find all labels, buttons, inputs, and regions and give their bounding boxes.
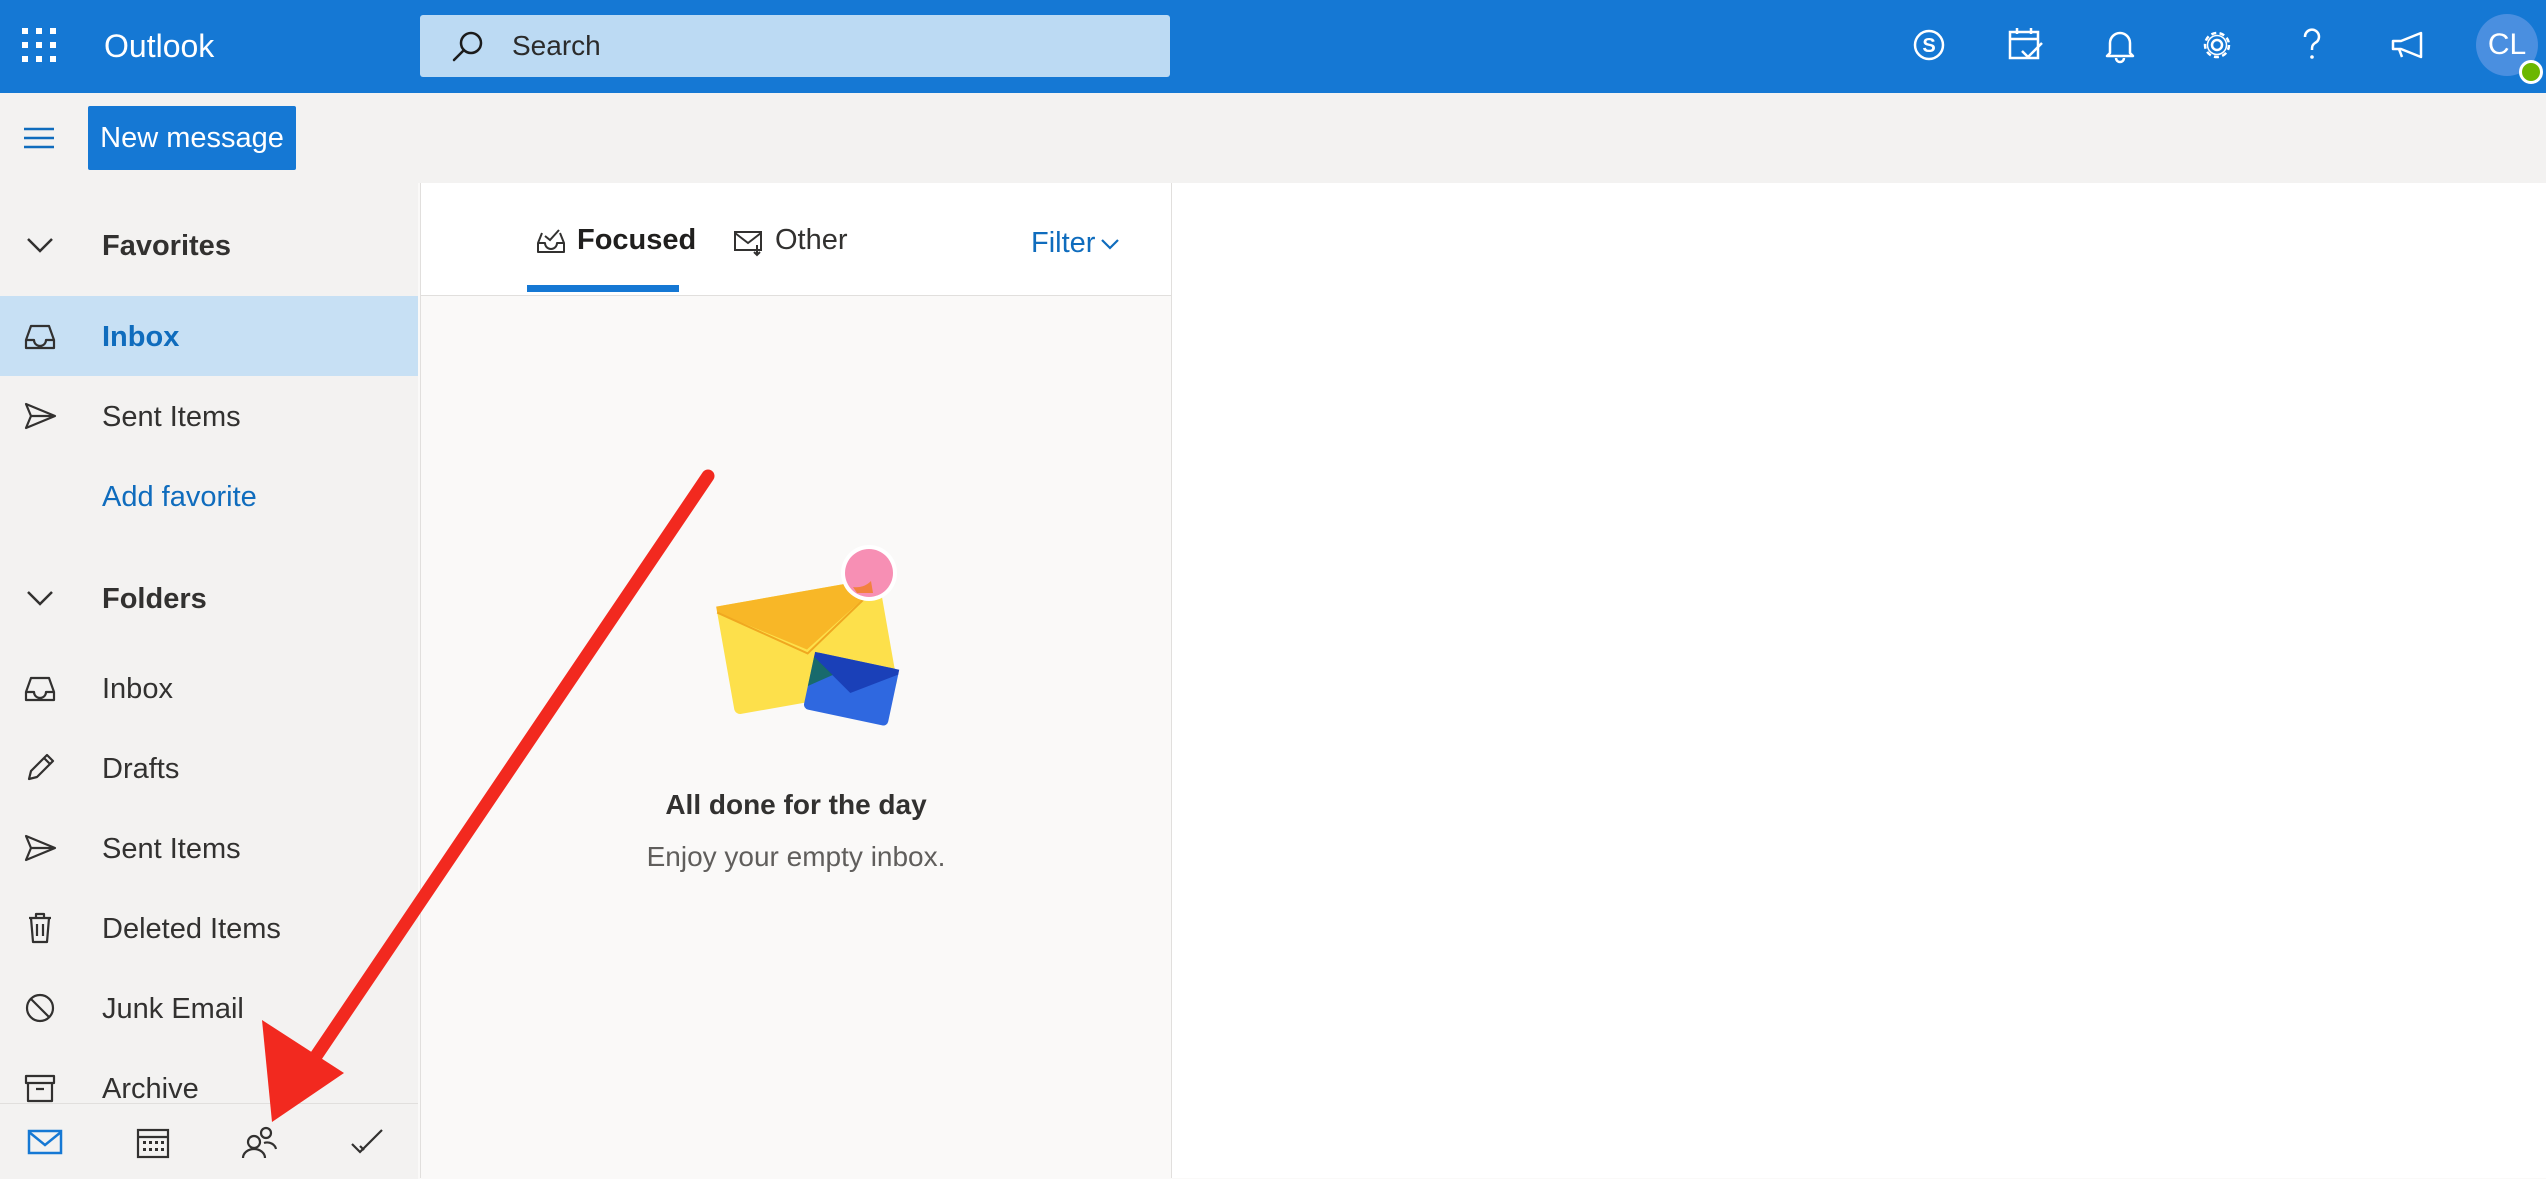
folder-item-deleted-items[interactable]: Deleted Items [0, 888, 418, 968]
tab-label: Focused [577, 224, 697, 256]
other-mail-icon [734, 231, 762, 257]
folder-item-sent-items[interactable]: Sent Items [0, 808, 418, 888]
chevron-down-icon [27, 591, 53, 606]
message-list: Focused Other Filter All done for the da… [420, 183, 1172, 1178]
add-favorite-label[interactable]: Add favorite [102, 480, 257, 514]
search-box[interactable]: Search [420, 15, 1170, 77]
bell-icon[interactable] [2099, 24, 2141, 66]
inbox-pivot: Focused Other Filter [421, 183, 1171, 296]
empty-inbox-illustration [716, 545, 900, 726]
chevron-down-icon[interactable] [1099, 233, 1121, 255]
archive-icon [24, 1074, 56, 1103]
favorite-item-label: Sent Items [102, 401, 241, 433]
folder-item-drafts[interactable]: Drafts [0, 728, 418, 808]
favorite-item-sent-items[interactable]: Sent Items [0, 376, 418, 456]
favorite-item-label: Inbox [102, 321, 180, 353]
pencil-icon [27, 753, 55, 781]
todo-check-icon[interactable] [348, 1124, 386, 1160]
folder-item-label: Junk Email [102, 993, 244, 1025]
calendar-icon[interactable] [134, 1124, 172, 1160]
app-launcher-icon[interactable] [22, 28, 56, 62]
tab-focused[interactable]: Focused [535, 223, 696, 263]
reading-pane [1172, 183, 2546, 1178]
top-bar: Outlook Search S CL [0, 0, 2546, 93]
module-switcher [0, 1103, 418, 1179]
folders-header[interactable]: Folders [0, 558, 418, 638]
people-icon[interactable] [240, 1124, 278, 1160]
focused-inbox-icon [537, 229, 565, 253]
folder-item-label: Archive [102, 1073, 199, 1105]
help-icon[interactable] [2291, 24, 2333, 66]
add-favorite-link[interactable]: Add favorite [0, 456, 418, 536]
selected-tab-indicator [527, 285, 679, 292]
mail-icon[interactable] [26, 1124, 64, 1160]
empty-state-subtitle: Enjoy your empty inbox. [646, 841, 946, 872]
folder-item-label: Sent Items [102, 833, 241, 865]
new-message-button[interactable]: New message [88, 106, 296, 170]
filter-button[interactable]: Filter [1031, 226, 1095, 260]
my-day-icon[interactable] [2004, 24, 2046, 66]
send-icon [24, 402, 57, 430]
block-icon [25, 993, 55, 1023]
folder-item-label: Inbox [102, 673, 173, 705]
send-icon [24, 834, 57, 862]
app-title[interactable]: Outlook [104, 24, 214, 68]
tab-other[interactable]: Other [733, 223, 863, 263]
favorite-item-inbox[interactable]: Inbox [0, 296, 418, 376]
tab-label: Other [775, 224, 848, 256]
folder-item-label: Deleted Items [102, 913, 281, 945]
chevron-down-icon [27, 238, 53, 253]
search-input[interactable]: Search [512, 30, 601, 62]
folder-item-junk-email[interactable]: Junk Email [0, 968, 418, 1048]
folder-pane: Favorites Inbox Sent Items Add favorite … [0, 183, 418, 1178]
trash-icon [29, 912, 51, 944]
favorites-header[interactable]: Favorites [0, 205, 418, 285]
command-bar: New message [0, 93, 2546, 183]
inbox-icon [24, 324, 56, 350]
favorites-label: Favorites [102, 230, 231, 262]
presence-available-icon [2519, 60, 2543, 84]
folder-item-inbox[interactable]: Inbox [0, 648, 418, 728]
folders-label: Folders [102, 583, 207, 615]
skype-icon[interactable]: S [1908, 24, 1950, 66]
search-icon [452, 31, 483, 62]
feedback-megaphone-icon[interactable] [2387, 24, 2429, 66]
folder-item-label: Drafts [102, 753, 180, 785]
inbox-icon [24, 676, 56, 702]
gear-icon[interactable] [2196, 24, 2238, 66]
empty-state-title: All done for the day [665, 789, 927, 820]
svg-text:S: S [1922, 35, 1935, 57]
hamburger-menu-icon[interactable] [22, 123, 56, 153]
